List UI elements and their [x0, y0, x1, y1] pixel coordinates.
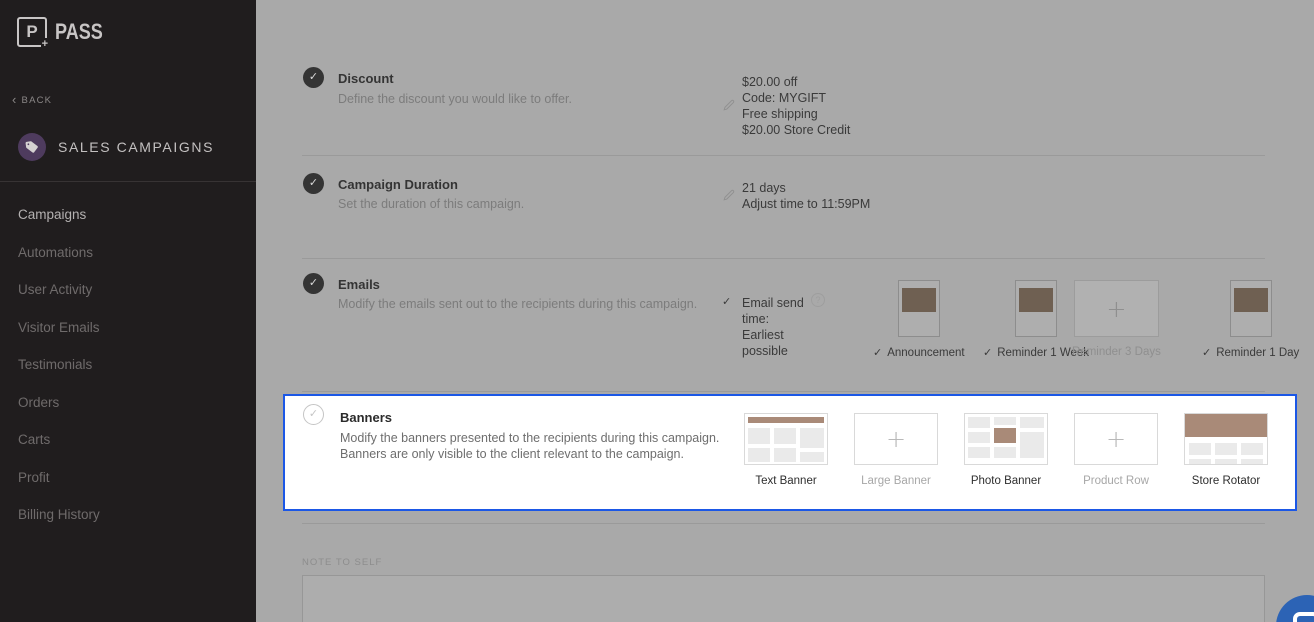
- email-thumb-label: ✓Announcement: [873, 346, 965, 359]
- banners-incomplete-check-icon: ✓: [303, 404, 324, 425]
- sidebar-item-automations[interactable]: Automations: [0, 234, 256, 272]
- duration-title: Campaign Duration: [338, 177, 458, 192]
- section-divider: [302, 155, 1265, 156]
- email-preview: [1230, 280, 1272, 337]
- banners-title: Banners: [340, 410, 392, 425]
- duration-value: Adjust time to 11:59PM: [742, 196, 870, 212]
- banner-add-placeholder: +: [854, 413, 938, 465]
- sidebar-item-user-activity[interactable]: User Activity: [0, 271, 256, 309]
- email-send-time: Email send time: Earliest possible: [742, 295, 812, 359]
- plus-icon: +: [1075, 414, 1157, 464]
- banner-add-placeholder: +: [1074, 413, 1158, 465]
- sidebar-item-billing-history[interactable]: Billing History: [0, 496, 256, 534]
- email-thumb-reminder-3-days[interactable]: + Reminder 3 Days: [1072, 280, 1161, 358]
- sidebar-item-visitor-emails[interactable]: Visitor Emails: [0, 309, 256, 347]
- chat-bubble-icon: [1293, 612, 1314, 622]
- section-divider: [302, 391, 1265, 392]
- emails-description: Modify the emails sent out to the recipi…: [338, 297, 697, 313]
- discount-title: Discount: [338, 71, 394, 86]
- banner-thumb-photo-banner[interactable]: Photo Banner: [964, 413, 1048, 487]
- check-icon: ✓: [1202, 347, 1211, 359]
- email-preview: [898, 280, 940, 337]
- store-rotator-preview: [1184, 413, 1268, 465]
- banner-thumb-large-banner[interactable]: + Large Banner: [854, 413, 938, 487]
- banner-thumb-label: Product Row: [1083, 475, 1149, 487]
- sidebar-item-campaigns[interactable]: Campaigns: [0, 196, 256, 234]
- sidebar-item-profit[interactable]: Profit: [0, 459, 256, 497]
- banners-section-highlighted: ✓ Banners Modify the banners presented t…: [283, 394, 1297, 511]
- email-thumb-reminder-1-day[interactable]: ✓Reminder 1 Day: [1202, 280, 1299, 359]
- campaign-editor: ✓ Discount Define the discount you would…: [256, 0, 1314, 622]
- help-icon[interactable]: ?: [811, 293, 825, 307]
- chevron-left-icon: ‹: [12, 92, 18, 107]
- send-time-check-icon: ✓: [722, 295, 731, 308]
- duration-values: 21 days Adjust time to 11:59PM: [742, 180, 870, 212]
- discount-value: Free shipping: [742, 106, 850, 122]
- check-icon: ✓: [983, 347, 992, 359]
- duration-value: 21 days: [742, 180, 870, 196]
- plus-icon: +: [1075, 281, 1158, 336]
- duration-complete-check-icon: ✓: [303, 173, 324, 194]
- banner-thumb-store-rotator[interactable]: Store Rotator: [1184, 413, 1268, 487]
- banner-thumb-label: Photo Banner: [971, 475, 1041, 487]
- sidebar-divider: [0, 181, 256, 182]
- discount-values: $20.00 off Code: MYGIFT Free shipping $2…: [742, 74, 850, 138]
- edit-discount-icon[interactable]: [722, 98, 736, 112]
- banner-thumb-product-row[interactable]: + Product Row: [1074, 413, 1158, 487]
- note-to-self-label: NOTE TO SELF: [302, 557, 382, 568]
- duration-description: Set the duration of this campaign.: [338, 197, 524, 213]
- tag-icon: [18, 133, 46, 161]
- logo-plus-icon: +: [41, 38, 49, 51]
- check-icon: ✓: [873, 347, 882, 359]
- logo-letter: P: [26, 22, 37, 42]
- sidebar: P + PASS ‹ BACK SALES CAMPAIGNS Campaigns…: [0, 0, 256, 622]
- banners-description: Modify the banners presented to the reci…: [340, 431, 740, 462]
- banner-thumb-label: Large Banner: [861, 475, 931, 487]
- banner-thumb-label: Text Banner: [755, 475, 816, 487]
- email-add-placeholder: +: [1074, 280, 1159, 337]
- section-divider: [302, 523, 1265, 524]
- back-link[interactable]: ‹ BACK: [12, 92, 52, 107]
- note-to-self-input[interactable]: [302, 575, 1265, 622]
- plus-icon: +: [855, 414, 937, 464]
- photo-banner-preview: [964, 413, 1048, 465]
- sidebar-menu: Campaigns Automations User Activity Visi…: [0, 196, 256, 534]
- edit-duration-icon[interactable]: [722, 188, 736, 202]
- logo-p-box-icon: P +: [17, 17, 47, 47]
- banner-thumb-label: Store Rotator: [1192, 475, 1260, 487]
- discount-complete-check-icon: ✓: [303, 67, 324, 88]
- discount-value: $20.00 off: [742, 74, 850, 90]
- section-title: SALES CAMPAIGNS: [58, 139, 214, 155]
- sales-campaigns-header: SALES CAMPAIGNS: [18, 133, 214, 161]
- emails-complete-check-icon: ✓: [303, 273, 324, 294]
- sidebar-item-testimonials[interactable]: Testimonials: [0, 346, 256, 384]
- back-label: BACK: [22, 95, 53, 106]
- email-thumb-label: Reminder 3 Days: [1072, 346, 1161, 358]
- sidebar-item-carts[interactable]: Carts: [0, 421, 256, 459]
- logo-brand-text: PASS: [55, 19, 103, 45]
- discount-description: Define the discount you would like to of…: [338, 92, 572, 108]
- email-thumb-label: ✓Reminder 1 Day: [1202, 346, 1299, 359]
- pass-logo[interactable]: P + PASS: [17, 17, 113, 47]
- emails-title: Emails: [338, 277, 380, 292]
- email-thumb-announcement[interactable]: ✓Announcement: [873, 280, 965, 359]
- banner-thumb-text-banner[interactable]: Text Banner: [744, 413, 828, 487]
- discount-value: $20.00 Store Credit: [742, 122, 850, 138]
- discount-value: Code: MYGIFT: [742, 90, 850, 106]
- section-divider: [302, 258, 1265, 259]
- text-banner-preview: [744, 413, 828, 465]
- sidebar-item-orders[interactable]: Orders: [0, 384, 256, 422]
- email-preview: [1015, 280, 1057, 337]
